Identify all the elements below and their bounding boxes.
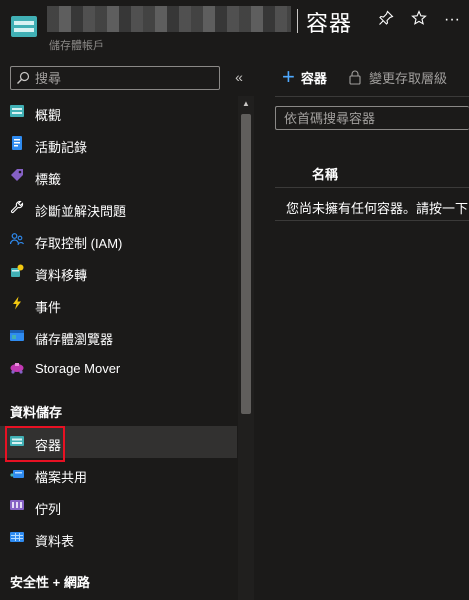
menu-item-label: 資料移轉 [35, 268, 88, 283]
menu-item-label: 事件 [35, 300, 62, 315]
lightning-icon [13, 296, 21, 310]
menu-item-tables[interactable]: 資料表 [0, 522, 237, 554]
section-header-security: 安全性 + 網路 [10, 575, 90, 590]
table-icon [10, 532, 24, 542]
add-container-label: 容器 [300, 70, 327, 86]
menu-item-label: 儲存體瀏覽器 [35, 332, 114, 347]
resource-menu: « 概觀 活動記錄 標籤 診斷並解決問題 存取控制 (IAM) 資料移轉 [0, 52, 256, 600]
menu-item-events[interactable]: 事件 [0, 288, 237, 320]
activity-log-icon [12, 136, 22, 150]
container-prefix-search-input[interactable] [284, 109, 464, 127]
containers-blade: + 容器 變更存取層級 名稱 您尚未擁有任何容器。請按一下 [256, 52, 469, 600]
menu-scrollbar[interactable]: ▲ [238, 96, 254, 600]
more-options-button[interactable]: ··· [441, 10, 463, 30]
menu-item-label: 佇列 [35, 502, 62, 517]
menu-search-box[interactable] [10, 66, 220, 90]
section-header-data-storage: 資料儲存 [10, 405, 63, 420]
blade-header: 儲存體帳戶 容器 ··· [0, 0, 469, 52]
file-share-icon [10, 470, 24, 478]
storage-browser-icon [10, 330, 24, 341]
menu-item-activity-log[interactable]: 活動記錄 [0, 128, 237, 160]
resource-type-label: 儲存體帳戶 [49, 40, 104, 52]
add-container-button[interactable]: + 容器 [282, 66, 327, 88]
table-row-divider [275, 220, 469, 221]
storage-mover-icon [10, 363, 24, 374]
queue-icon [10, 500, 24, 510]
menu-item-diagnose[interactable]: 診斷並解決問題 [0, 192, 237, 224]
container-filter-box[interactable] [275, 106, 469, 130]
menu-item-storage-browser[interactable]: 儲存體瀏覽器 [0, 320, 237, 352]
menu-item-label: 存取控制 (IAM) [35, 236, 123, 251]
menu-item-label: 活動記錄 [35, 140, 88, 155]
scroll-up-arrow-icon[interactable]: ▲ [238, 96, 254, 112]
redacted-resource-name [47, 6, 291, 32]
menu-item-tags[interactable]: 標籤 [0, 160, 237, 192]
change-access-level-label: 變更存取層級 [369, 70, 448, 86]
table-header-divider [275, 187, 469, 188]
people-icon [10, 233, 24, 246]
menu-item-overview[interactable]: 概觀 [0, 96, 237, 128]
star-icon[interactable] [408, 10, 430, 30]
wrench-icon [10, 200, 24, 214]
menu-item-iam[interactable]: 存取控制 (IAM) [0, 224, 237, 256]
collapse-menu-button[interactable]: « [230, 68, 248, 86]
change-access-level-button[interactable]: 變更存取層級 [349, 66, 447, 88]
pin-icon[interactable] [375, 10, 397, 30]
menu-item-storage-mover[interactable]: Storage Mover [0, 352, 237, 384]
menu-item-data-migration[interactable]: 資料移轉 [0, 256, 237, 288]
menu-search-input[interactable] [35, 69, 215, 87]
overview-icon [10, 105, 24, 117]
data-migration-icon [11, 264, 24, 277]
menu-item-label: 資料表 [35, 534, 75, 549]
search-icon [17, 71, 30, 84]
toolbar-divider [275, 96, 469, 97]
menu-item-file-shares[interactable]: 檔案共用 [0, 458, 237, 490]
header-divider [297, 9, 298, 33]
menu-item-label: 檔案共用 [35, 470, 88, 485]
lock-icon [349, 70, 361, 85]
menu-item-label: 概觀 [35, 108, 62, 123]
menu-item-label: Storage Mover [35, 361, 121, 376]
menu-item-label: 標籤 [35, 172, 62, 187]
page-title: 容器 [306, 11, 353, 36]
scrollbar-thumb[interactable] [241, 114, 251, 414]
storage-account-icon [11, 16, 37, 37]
menu-item-queues[interactable]: 佇列 [0, 490, 237, 522]
tag-icon [11, 169, 23, 181]
empty-state-message: 您尚未擁有任何容器。請按一下 [286, 201, 469, 216]
menu-item-label: 診斷並解決問題 [35, 204, 127, 219]
column-header-name[interactable]: 名稱 [312, 164, 338, 183]
highlight-annotation [5, 426, 65, 462]
plus-icon: + [282, 64, 295, 89]
